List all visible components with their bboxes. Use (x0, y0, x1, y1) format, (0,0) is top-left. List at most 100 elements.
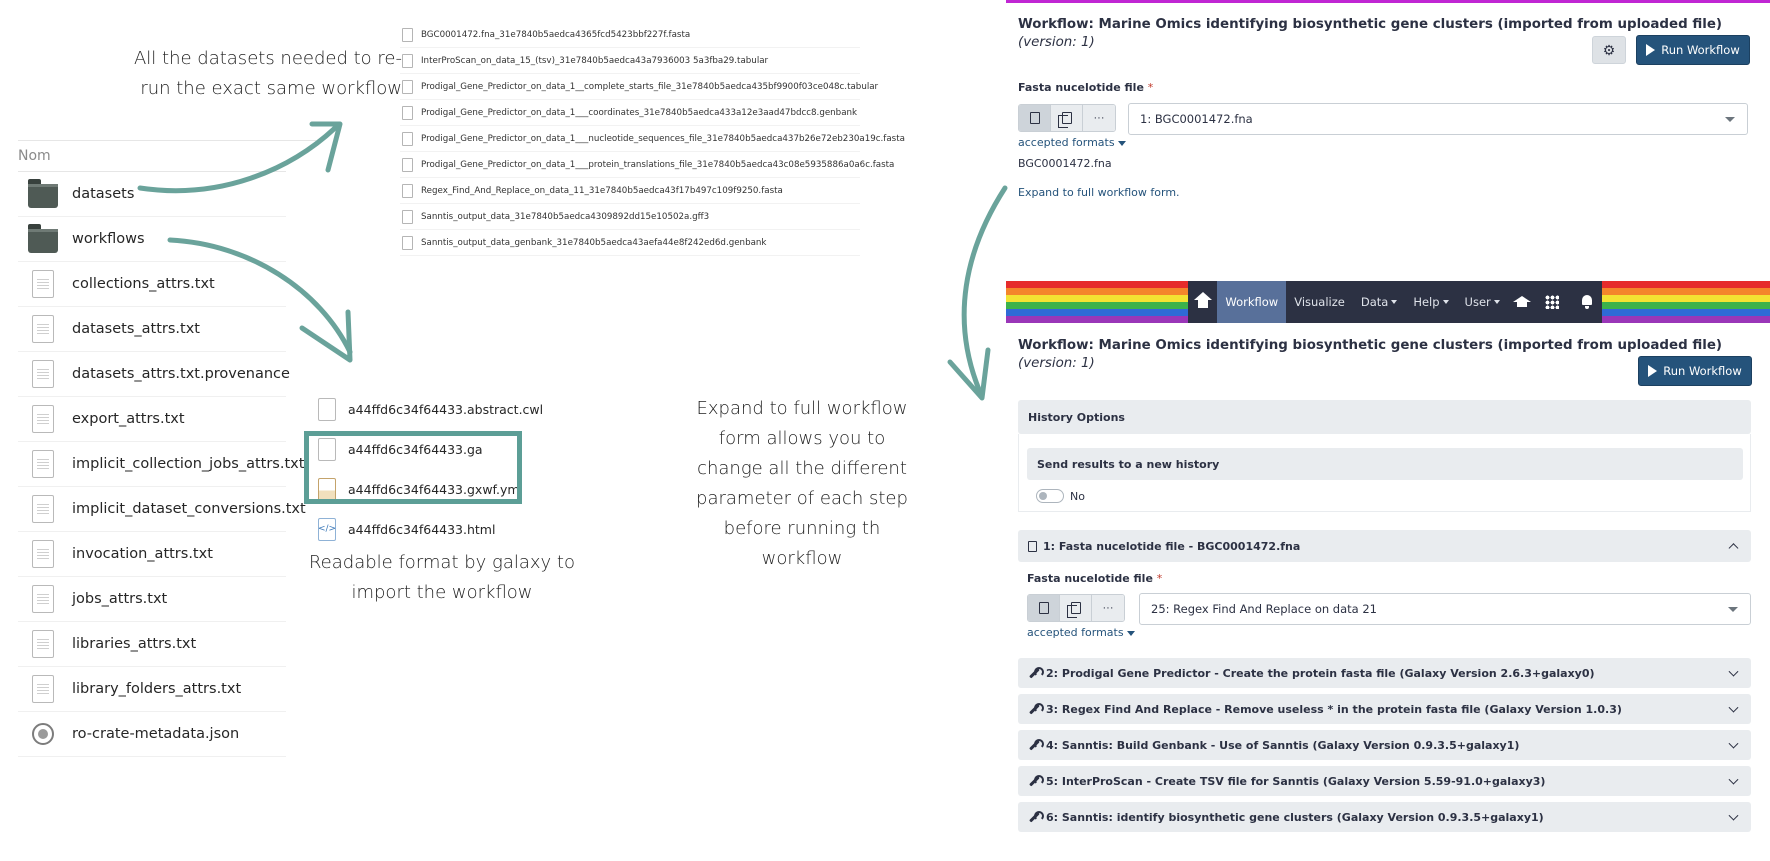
step-6-header[interactable]: 6: Sanntis: identify biosynthetic gene c… (1018, 802, 1751, 832)
training-button[interactable] (1508, 281, 1537, 323)
file-item[interactable]: invocation_attrs.txt (18, 532, 286, 577)
step-title: 3: Regex Find And Replace - Remove usele… (1046, 702, 1622, 716)
item-label: implicit_dataset_conversions.txt (72, 501, 306, 517)
dataset-file-item[interactable]: Sanntis_output_data_genbank_31e7840b5aed… (400, 230, 860, 256)
dataset-file-item[interactable]: BGC0001472.fna_31e7840b5aedca4365fcd5423… (400, 22, 860, 48)
file-item[interactable]: implicit_collection_jobs_attrs.txt (18, 442, 304, 487)
file-item[interactable]: library_folders_attrs.txt (18, 667, 286, 712)
file-item[interactable]: ro-crate-metadata.json (18, 712, 286, 757)
dataset-select[interactable]: 1: BGC0001472.fna (1128, 103, 1748, 135)
file-item[interactable]: jobs_attrs.txt (18, 577, 286, 622)
input-mode-buttons: ··· (1018, 104, 1116, 132)
new-history-header: Send results to a new history (1027, 448, 1743, 480)
dataset-file-name: Regex_Find_And_Replace_on_data_11_31e784… (421, 185, 783, 196)
wrench-icon (1028, 811, 1044, 823)
history-options-header[interactable]: History Options (1018, 400, 1751, 434)
accepted-formats-toggle[interactable]: accepted formats (1018, 136, 1126, 149)
annotation-readable-format: Readable format by galaxy to import the … (308, 552, 576, 603)
chevron-down-icon (1728, 810, 1739, 821)
text-file-icon (32, 630, 54, 658)
apps-button[interactable] (1537, 281, 1566, 323)
dataset-file-name: Sanntis_output_data_31e7840b5aedca430989… (421, 211, 710, 222)
caret-down-icon (1391, 300, 1398, 304)
single-dataset-button[interactable] (1028, 595, 1060, 621)
step1-input-label-text: Fasta nucelotide file (1027, 572, 1153, 585)
step1-accepted-formats-toggle[interactable]: accepted formats (1027, 626, 1135, 639)
column-header-name[interactable]: Nom (18, 140, 286, 172)
workflow-file-name: a44ffd6c34f64433.abstract.cwl (348, 401, 544, 417)
dataset-file-item[interactable]: Prodigal_Gene_Predictor_on_data_1___coor… (400, 100, 860, 126)
item-label: invocation_attrs.txt (72, 546, 213, 562)
folder-item[interactable]: datasets (18, 172, 286, 217)
file-item[interactable]: libraries_attrs.txt (18, 622, 286, 667)
file-item[interactable]: datasets_attrs.txt.provenance (18, 352, 290, 397)
file-item[interactable]: collections_attrs.txt (18, 262, 286, 307)
dataset-file-item[interactable]: Prodigal_Gene_Predictor_on_data_1___prot… (400, 152, 894, 178)
wrench-icon (1028, 775, 1044, 787)
expand-full-form-link[interactable]: Expand to full workflow form. (1018, 186, 1180, 199)
dataset-file-item[interactable]: Prodigal_Gene_Predictor_on_data_1___nucl… (400, 126, 905, 152)
more-options-button[interactable]: ··· (1083, 105, 1115, 131)
chevron-down-icon (1728, 774, 1739, 785)
dataset-file-name: Prodigal_Gene_Predictor_on_data_1__compl… (421, 81, 879, 92)
home-button[interactable] (1188, 281, 1217, 323)
file-item[interactable]: datasets_attrs.txt (18, 307, 286, 352)
grid-icon (1544, 295, 1559, 309)
step1-dataset-select[interactable]: 25: Regex Find And Replace on data 21 (1139, 593, 1751, 625)
dataset-file-item[interactable]: Regex_Find_And_Replace_on_data_11_31e784… (400, 178, 860, 204)
dataset-file-item[interactable]: Sanntis_output_data_31e7840b5aedca430989… (400, 204, 860, 230)
copy-icon (1057, 112, 1072, 128)
folder-item[interactable]: workflows (18, 217, 286, 262)
accepted-formats-text: accepted formats (1027, 626, 1124, 639)
bell-icon (1581, 295, 1593, 309)
masthead-strip (1006, 0, 1770, 3)
workflow-file-name: a44ffd6c34f64433.html (348, 521, 496, 537)
workflow-title-text: Workflow: Marine Omics identifying biosy… (1018, 17, 1723, 32)
nav-data[interactable]: Data (1353, 281, 1405, 323)
step-1-header[interactable]: 1: Fasta nucelotide file - BGC0001472.fn… (1018, 530, 1751, 562)
chevron-down-icon (1728, 702, 1739, 713)
workflow-version: (version: 1) (1018, 356, 1095, 371)
notifications-button[interactable] (1573, 281, 1602, 323)
step-3-header[interactable]: 3: Regex Find And Replace - Remove usele… (1018, 694, 1751, 724)
required-mark: * (1147, 81, 1154, 94)
dataset-file-item[interactable]: InterProScan_on_data_15_(tsv)_31e7840b5a… (400, 48, 860, 74)
file-item[interactable]: implicit_dataset_conversions.txt (18, 487, 306, 532)
nav-label: User (1464, 295, 1491, 309)
workflow-file-item[interactable]: </> a44ffd6c34f64433.html (310, 509, 588, 549)
ellipsis-icon: ··· (1093, 112, 1105, 124)
json-file-icon (32, 723, 54, 745)
dataset-file-item[interactable]: Prodigal_Gene_Predictor_on_data_1__compl… (400, 74, 878, 100)
file-icon (402, 183, 413, 198)
nav-visualize[interactable]: Visualize (1286, 281, 1353, 323)
caret-down-icon (1126, 630, 1135, 636)
dataset-file-name: BGC0001472.fna_31e7840b5aedca4365fcd5423… (421, 29, 691, 40)
nav-user[interactable]: User (1457, 281, 1508, 323)
html-file-icon: </> (318, 517, 336, 541)
step-4-header[interactable]: 4: Sanntis: Build Genbank - Use of Sannt… (1018, 730, 1751, 760)
step-5-header[interactable]: 5: InterProScan - Create TSV file for Sa… (1018, 766, 1751, 796)
item-label: export_attrs.txt (72, 411, 185, 427)
accepted-formats-text: accepted formats (1018, 136, 1115, 149)
nav-workflow[interactable]: Workflow (1217, 281, 1287, 323)
run-workflow-button[interactable]: Run Workflow (1636, 35, 1750, 65)
caret-down-icon (1493, 300, 1500, 304)
step1-input-mode-buttons: ··· (1027, 594, 1125, 622)
multiple-datasets-button[interactable] (1051, 105, 1083, 131)
file-icon (402, 79, 413, 94)
nav-help[interactable]: Help (1405, 281, 1456, 323)
dataset-file-name: Prodigal_Gene_Predictor_on_data_1___nucl… (421, 133, 905, 144)
more-options-button[interactable]: ··· (1092, 595, 1124, 621)
new-history-toggle[interactable] (1036, 489, 1064, 503)
required-mark: * (1156, 572, 1163, 585)
step-title: 5: InterProScan - Create TSV file for Sa… (1046, 774, 1546, 788)
multiple-datasets-button[interactable] (1060, 595, 1092, 621)
file-icon (1029, 112, 1040, 124)
folder-icon (28, 179, 58, 208)
workflow-file-item[interactable]: a44ffd6c34f64433.abstract.cwl (310, 389, 588, 429)
single-dataset-button[interactable] (1019, 105, 1051, 131)
settings-button[interactable]: ⚙ (1592, 36, 1626, 64)
run-workflow-button[interactable]: Run Workflow (1638, 356, 1752, 386)
file-item[interactable]: export_attrs.txt (18, 397, 286, 442)
step-2-header[interactable]: 2: Prodigal Gene Predictor - Create the … (1018, 658, 1751, 688)
